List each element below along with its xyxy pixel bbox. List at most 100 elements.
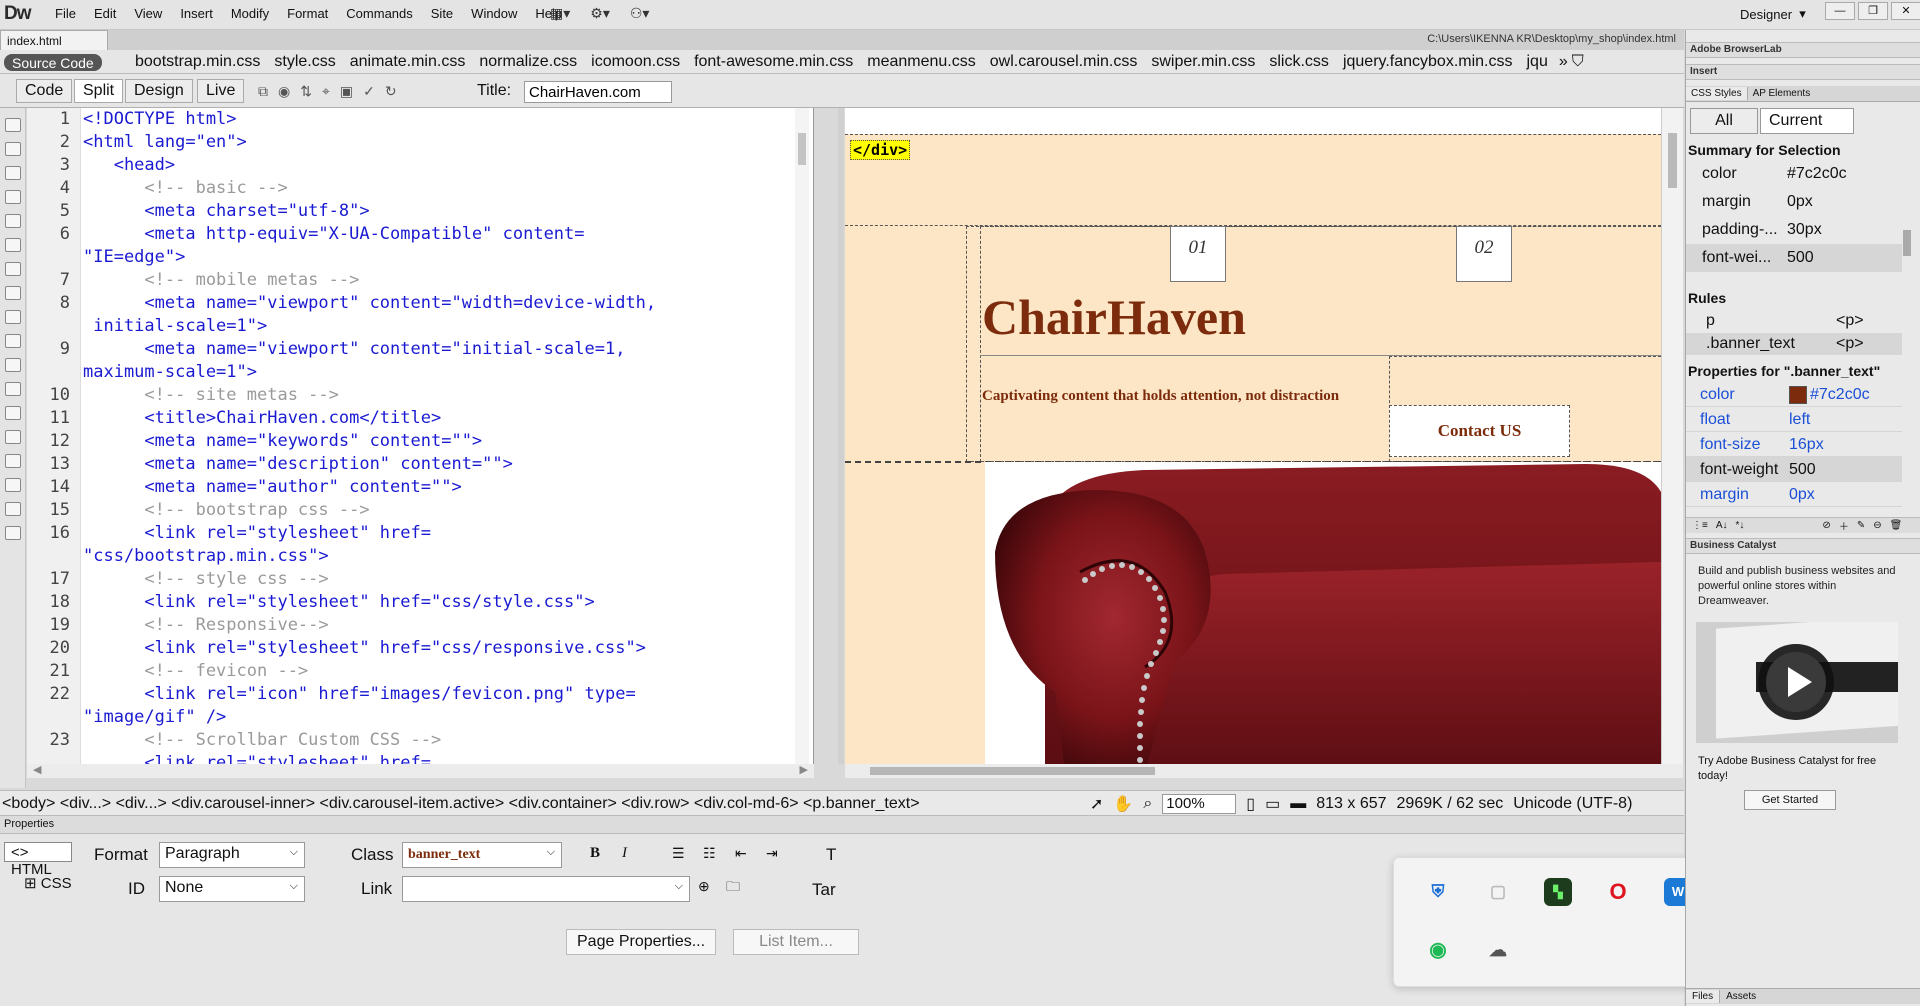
contact-us-button[interactable]: Contact US: [1389, 405, 1570, 457]
blank-app-icon[interactable]: ▢: [1484, 878, 1512, 906]
document-tab[interactable]: index.html: [0, 30, 108, 50]
css-mode-button[interactable]: ⊞ CSS: [24, 874, 72, 892]
indent-code-icon[interactable]: [5, 478, 21, 492]
design-view-button[interactable]: Design: [125, 79, 193, 103]
layout-icon[interactable]: ▦▾: [550, 5, 570, 22]
rule-row[interactable]: p <p>: [1686, 310, 1902, 332]
css-prop-row[interactable]: font-size 16px: [1686, 432, 1902, 457]
code-line[interactable]: <meta name="viewport" content="initial-s…: [83, 338, 813, 361]
code-scroll-thumb[interactable]: [798, 133, 806, 165]
bold-button[interactable]: B: [590, 845, 600, 862]
scroll-left-icon[interactable]: ◀: [33, 763, 41, 776]
remove-comment-icon[interactable]: [5, 382, 21, 396]
all-mode-button[interactable]: All: [1690, 108, 1758, 134]
workspace-switcher[interactable]: Designer ▾: [1740, 6, 1806, 22]
select-tool-icon[interactable]: ➚: [1090, 794, 1103, 814]
tab-files[interactable]: Files: [1686, 990, 1721, 1003]
document-title-input[interactable]: [524, 81, 672, 103]
code-line[interactable]: "css/bootstrap.min.css">: [83, 545, 813, 568]
sitemap-icon[interactable]: ⚇▾: [630, 5, 650, 22]
summary-scroll-thumb[interactable]: [1903, 230, 1911, 256]
code-line[interactable]: <!-- fevicon -->: [83, 660, 813, 683]
live-view-button[interactable]: Live: [197, 79, 245, 103]
properties-header[interactable]: Properties: [0, 816, 1684, 834]
menu-file[interactable]: File: [46, 6, 85, 21]
line-numbers-icon[interactable]: [5, 286, 21, 300]
point-to-file-icon[interactable]: ⊕: [698, 878, 710, 895]
spotify-icon[interactable]: ◉: [1424, 936, 1452, 964]
scroll-right-icon[interactable]: ▶: [800, 763, 808, 776]
code-line[interactable]: <meta name="author" content="">: [83, 476, 813, 499]
delete-icon[interactable]: 🗑: [1890, 520, 1903, 531]
related-file[interactable]: swiper.min.css: [1144, 53, 1262, 71]
recent-snippets-icon[interactable]: [5, 430, 21, 444]
page-properties-button[interactable]: Page Properties...: [566, 929, 717, 955]
code-line[interactable]: <head>: [83, 154, 813, 177]
tab-assets[interactable]: Assets: [1720, 990, 1762, 1003]
design-scroll-thumb[interactable]: [1668, 133, 1677, 188]
code-line[interactable]: <meta charset="utf-8">: [83, 200, 813, 223]
code-line[interactable]: <!-- Scrollbar Custom CSS -->: [83, 729, 813, 752]
code-line[interactable]: <!-- basic -->: [83, 177, 813, 200]
syntax-error-icon[interactable]: [5, 334, 21, 348]
nvidia-icon[interactable]: ▚: [1544, 878, 1572, 906]
menu-commands[interactable]: Commands: [337, 6, 421, 21]
wrap-tag-icon[interactable]: [5, 406, 21, 420]
highlight-invalid-icon[interactable]: [5, 310, 21, 324]
summary-row[interactable]: padding-... 30px: [1686, 216, 1902, 244]
zoom-tool-icon[interactable]: ⌕: [1143, 795, 1152, 813]
div-tag-marker[interactable]: </div>: [850, 140, 911, 160]
new-rule-icon[interactable]: ＋: [1839, 518, 1849, 533]
outdent-icon[interactable]: ⇤: [735, 845, 747, 862]
code-view-button[interactable]: Code: [16, 79, 73, 103]
code-text[interactable]: <!DOCTYPE html> <html lang="en"> <head> <…: [83, 108, 813, 764]
related-file[interactable]: normalize.css: [472, 53, 584, 71]
css-prop-row[interactable]: font-weight 500: [1686, 457, 1902, 482]
code-line[interactable]: <!-- site metas -->: [83, 384, 813, 407]
onedrive-icon[interactable]: ☁: [1484, 936, 1512, 964]
tab-css-styles[interactable]: CSS Styles: [1686, 87, 1748, 100]
preview-icon[interactable]: ◉: [278, 83, 290, 100]
alpha-view-icon[interactable]: A↓: [1716, 520, 1728, 531]
design-horizontal-scrollbar[interactable]: [845, 764, 1683, 778]
check-page-icon[interactable]: ✓: [363, 83, 375, 100]
attach-stylesheet-icon[interactable]: ⊘: [1822, 520, 1830, 531]
css-prop-row[interactable]: float left: [1686, 407, 1902, 432]
menu-format[interactable]: Format: [278, 6, 337, 21]
apply-comment-icon[interactable]: [5, 358, 21, 372]
get-started-button[interactable]: Get Started: [1744, 790, 1836, 810]
expand-all-icon[interactable]: [5, 214, 21, 228]
banner-text[interactable]: Captivating content that holds attention…: [982, 388, 1339, 405]
rule-row[interactable]: .banner_text <p>: [1686, 333, 1902, 355]
minimize-button[interactable]: —: [1825, 2, 1855, 20]
related-file[interactable]: bootstrap.min.css: [128, 53, 267, 71]
related-file[interactable]: animate.min.css: [343, 53, 473, 71]
collapse-selection-icon[interactable]: [5, 190, 21, 204]
select-parent-tag-icon[interactable]: [5, 238, 21, 252]
code-line[interactable]: <link rel="stylesheet" href="css/style.c…: [83, 591, 813, 614]
current-mode-button[interactable]: Current: [1760, 108, 1854, 134]
split-view-button[interactable]: Split: [74, 79, 124, 103]
design-view[interactable]: </div> 01 02 ChairHaven Captivating cont…: [845, 108, 1683, 764]
zoom-select[interactable]: 100%: [1162, 794, 1237, 814]
edit-rule-icon[interactable]: ✎: [1857, 520, 1865, 531]
menu-site[interactable]: Site: [422, 6, 462, 21]
code-line[interactable]: <link rel="icon" href="images/fevicon.pn…: [83, 683, 813, 706]
related-file[interactable]: jqu: [1519, 53, 1554, 71]
move-css-icon[interactable]: [5, 454, 21, 468]
unordered-list-icon[interactable]: ☰: [672, 845, 685, 862]
related-file[interactable]: style.css: [267, 53, 342, 71]
insert-panel-header[interactable]: Insert: [1686, 64, 1920, 80]
related-file[interactable]: meanmenu.css: [860, 53, 983, 71]
opera-icon[interactable]: O: [1604, 878, 1632, 906]
code-line[interactable]: "image/gif" />: [83, 706, 813, 729]
code-line[interactable]: maximum-scale=1">: [83, 361, 813, 384]
summary-row[interactable]: color #7c2c0c: [1686, 160, 1902, 188]
color-swatch[interactable]: [1789, 386, 1807, 404]
desktop-size-icon[interactable]: ▬: [1290, 795, 1306, 813]
source-code-tab[interactable]: Source Code: [4, 54, 102, 71]
slide-number-02[interactable]: 02: [1456, 226, 1512, 282]
id-select[interactable]: None ⌵: [159, 876, 305, 902]
split-divider[interactable]: [838, 108, 844, 764]
set-only-icon[interactable]: *↓: [1736, 520, 1745, 531]
